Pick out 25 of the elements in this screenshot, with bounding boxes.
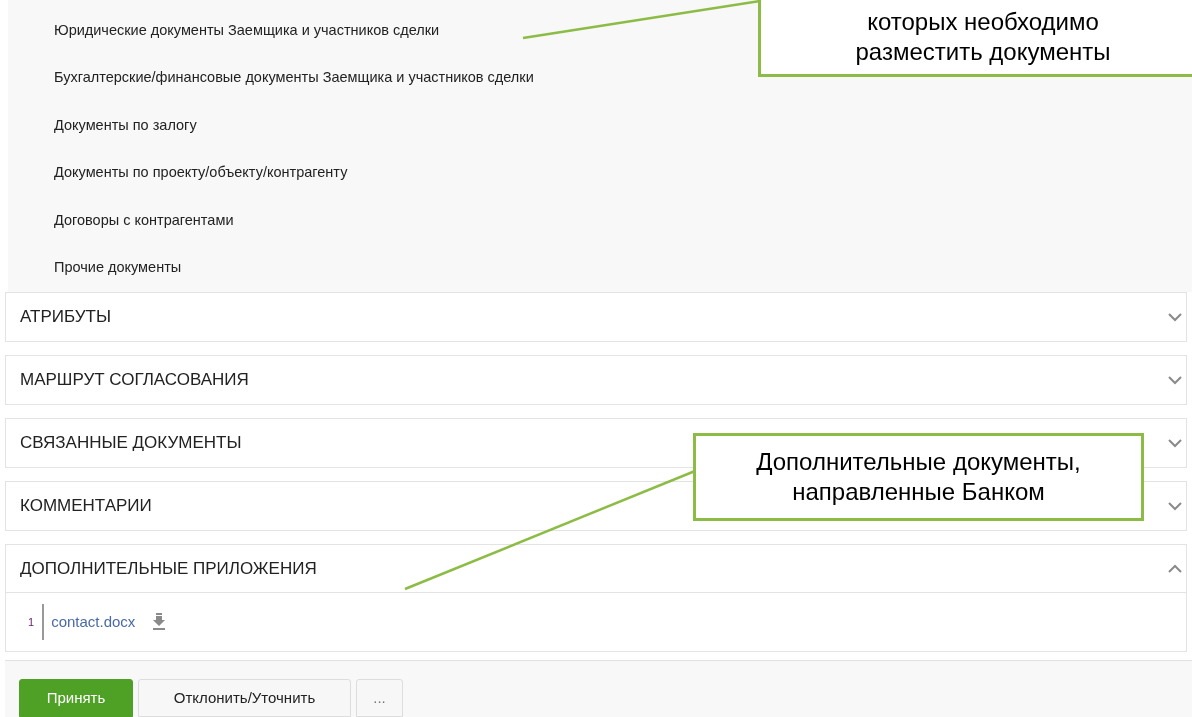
chevron-down-icon: [1168, 312, 1182, 322]
document-type-item[interactable]: Договоры с контрагентами: [54, 209, 234, 232]
section-title[interactable]: КОММЕНТАРИИ: [20, 493, 152, 519]
chevron-down-icon: [1168, 375, 1182, 385]
document-type-item[interactable]: Юридические документы Заемщика и участников сделки: [54, 19, 440, 42]
section-title[interactable]: СВЯЗАННЫЕ ДОКУМЕНТЫ: [20, 430, 242, 456]
file-link[interactable]: contact.docx: [44, 610, 136, 634]
document-type-item[interactable]: Бухгалтерские/финансовые документы Заемщика и участников сделки: [54, 67, 534, 90]
document-type-item[interactable]: Прочие документы: [54, 257, 182, 280]
chevron-up-icon: [1168, 564, 1182, 573]
callout-text: разместить документы: [855, 36, 1111, 67]
section-title[interactable]: МАРШРУТ СОГЛАСОВАНИЯ: [20, 367, 249, 393]
document-type-item[interactable]: Документы по проекту/объекту/контрагенту: [54, 162, 348, 185]
section-title[interactable]: АТРИБУТЫ: [20, 304, 111, 330]
row-number: 1: [28, 614, 36, 630]
document-type-item[interactable]: Документы по залогу: [54, 114, 197, 137]
callout-text: которых необходимо: [867, 6, 1099, 37]
callout-text: Дополнительные документы,: [756, 447, 1081, 477]
chevron-down-icon: [1168, 438, 1182, 448]
chevron-down-icon: [1168, 501, 1182, 511]
download-icon[interactable]: [152, 613, 167, 631]
reject-button[interactable]: Отклонить/Уточнить: [138, 679, 351, 717]
section-title[interactable]: ДОПОЛНИТЕЛЬНЫЕ ПРИЛОЖЕНИЯ: [20, 555, 317, 582]
more-button[interactable]: ...: [356, 679, 403, 717]
callout-text: направленные Банком: [792, 477, 1045, 507]
